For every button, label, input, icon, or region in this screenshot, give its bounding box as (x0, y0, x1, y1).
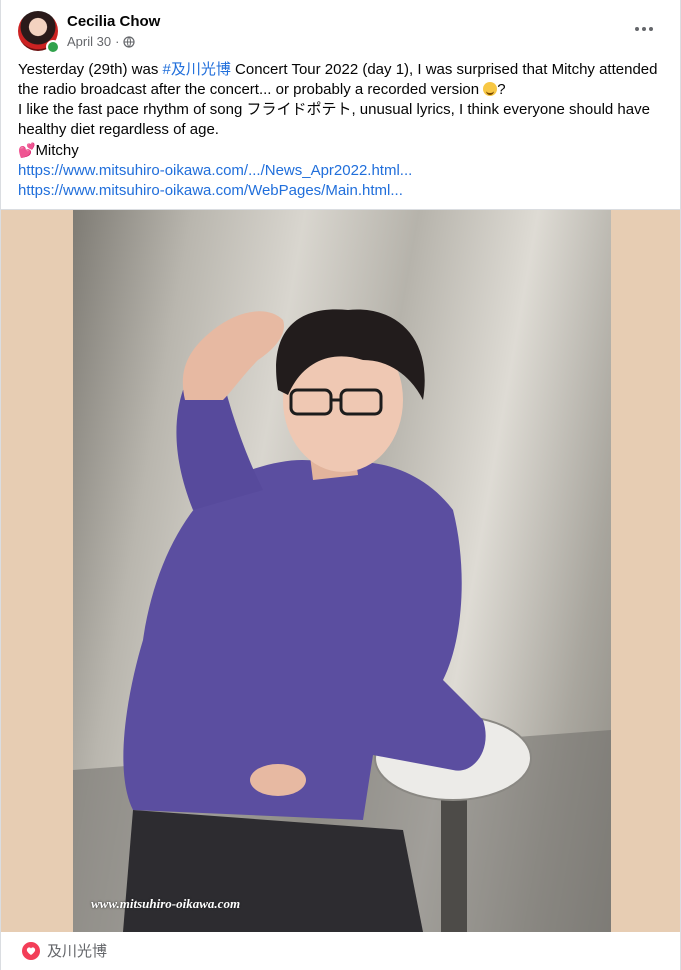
more-options-button[interactable] (626, 17, 662, 41)
resting-hand-shape (250, 764, 306, 796)
link-line-1: https://www.mitsuhiro-oikawa.com/.../New… (18, 161, 663, 181)
meta-separator: · (115, 34, 120, 49)
photo-illustration (73, 309, 611, 932)
reactions-bar[interactable]: 及川光博 (1, 931, 680, 970)
reaction-names[interactable]: 及川光博 (47, 940, 107, 961)
post-text: Yesterday (29th) was #及川光博 Concert Tour … (18, 60, 663, 201)
post-photo-container[interactable]: www.mitsuhiro-oikawa.com (1, 209, 680, 932)
text-segment: Yesterday (29th) was (18, 61, 163, 78)
heart-icon (26, 946, 36, 955)
facebook-post: Cecilia Chow April 30 · Yesterday (29th)… (0, 0, 681, 970)
hashtag-link[interactable]: #及川光博 (163, 61, 231, 78)
photo-watermark: www.mitsuhiro-oikawa.com (91, 896, 241, 911)
online-status-icon (46, 40, 60, 54)
more-dot-icon (635, 27, 639, 31)
globe-icon (123, 35, 136, 48)
two-hearts-emoji-icon: 💕 (18, 142, 36, 158)
author-name[interactable]: Cecilia Chow (67, 13, 160, 30)
text-segment: Mitchy (35, 142, 79, 159)
more-dot-icon (642, 27, 646, 31)
external-link-2[interactable]: https://www.mitsuhiro-oikawa.com/WebPage… (18, 182, 403, 199)
text-segment: ? (497, 81, 506, 98)
link-line-2: https://www.mitsuhiro-oikawa.com/WebPage… (18, 181, 663, 201)
post-paragraph-1: Yesterday (29th) was #及川光博 Concert Tour … (18, 60, 663, 100)
post-paragraph-2: I like the fast pace rhythm of song フライド… (18, 101, 650, 138)
more-dot-icon (649, 27, 653, 31)
grin-emoji-icon (483, 82, 498, 96)
love-reaction-icon[interactable] (21, 940, 41, 961)
post-meta: April 30 · (67, 34, 136, 49)
post-date[interactable]: April 30 (67, 34, 111, 49)
post-paragraph-3: 💕Mitchy (18, 140, 663, 161)
post-header: Cecilia Chow April 30 · (1, 0, 680, 60)
pants-shape (123, 810, 423, 932)
external-link-1[interactable]: https://www.mitsuhiro-oikawa.com/.../New… (18, 162, 412, 179)
hand-shape (182, 311, 284, 400)
post-photo[interactable]: www.mitsuhiro-oikawa.com (73, 210, 611, 932)
